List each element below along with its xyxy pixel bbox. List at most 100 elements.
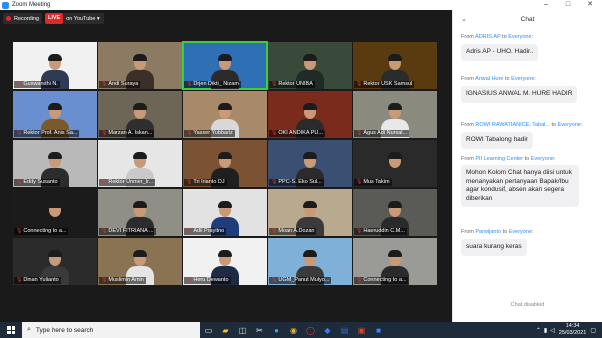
window-title: Zoom Meeting xyxy=(12,2,51,8)
participant-name: 🎙Muslimin Amin xyxy=(99,277,146,284)
file-explorer-icon[interactable]: ▰ xyxy=(217,322,234,338)
participant-name-label: Agus Adi Nursal... xyxy=(363,130,408,136)
participant-tile[interactable]: 🎙Connecting to a... xyxy=(13,189,97,236)
participant-hair xyxy=(388,152,402,159)
live-stream-indicator[interactable]: LIVE on YouTube ▾ xyxy=(45,13,104,24)
muted-mic-icon: 🎙 xyxy=(186,81,193,87)
participant-tile[interactable]: 🎙Adil Prayitno xyxy=(183,189,267,236)
muted-mic-icon: 🎙 xyxy=(271,228,278,234)
participant-tile[interactable]: 🎙Rektor Unmer_Ir... xyxy=(98,140,182,187)
participant-tile[interactable]: 🎙Connecting to a... xyxy=(353,238,437,285)
participant-name: 🎙Tri Irianto DJ xyxy=(184,179,227,186)
participant-tile[interactable]: 🎙PPC-S. Eko Sul... xyxy=(268,140,352,187)
volume-icon[interactable]: ◁ xyxy=(550,327,555,334)
participant-name-label: Rektor Unmer_Ir... xyxy=(108,179,154,185)
chevron-up-icon[interactable]: ⌃ xyxy=(536,327,541,334)
chrome-icon[interactable]: ◉ xyxy=(285,322,302,338)
participant-name-label: Connecting to a... xyxy=(363,277,407,283)
chat-title: Chat xyxy=(520,16,535,23)
video-gallery: Recording LIVE on YouTube ▾ 🎙Guswandhi N… xyxy=(0,10,452,322)
chat-message-text: suara kurang keras xyxy=(461,239,527,256)
participant-tile[interactable]: 🎙Dinan Yulianto xyxy=(13,238,97,285)
participant-tile[interactable]: 🎙Andi Suraya xyxy=(98,42,182,89)
search-placeholder: Type here to search xyxy=(35,326,94,334)
maximize-button[interactable]: □ xyxy=(560,0,576,10)
muted-mic-icon: 🎙 xyxy=(16,81,23,87)
muted-mic-icon: 🎙 xyxy=(271,277,278,283)
participant-hair xyxy=(303,152,317,159)
recording-indicator[interactable]: Recording xyxy=(3,13,43,24)
start-button[interactable] xyxy=(0,322,22,338)
chat-recipient: Everyone xyxy=(508,229,532,235)
network-icon[interactable]: ▮ xyxy=(544,327,547,334)
muted-mic-icon: 🎙 xyxy=(186,277,193,283)
participant-tile[interactable]: 🎙Eddy Susanto xyxy=(13,140,97,187)
close-button[interactable]: ✕ xyxy=(582,0,598,10)
participant-tile[interactable]: 🎙Mus Takim xyxy=(353,140,437,187)
participant-name-label: Rektor Prof. Anis Sa... xyxy=(23,130,78,136)
participant-name-label: Rektor USK Samsul xyxy=(363,81,413,87)
participant-hair xyxy=(133,201,147,208)
chat-sender: ADRIS.AP xyxy=(475,34,501,40)
taskbar-search[interactable]: ⌕ Type here to search xyxy=(22,322,200,338)
participant-name-label: Drjen Dikti_ Nizam xyxy=(193,81,239,87)
minimize-button[interactable]: – xyxy=(538,0,554,10)
store-icon[interactable]: ◫ xyxy=(234,322,251,338)
muted-mic-icon: 🎙 xyxy=(186,179,193,185)
clock-date: 25/03/2021 xyxy=(558,330,587,336)
participant-name: 🎙Heru Dewanto xyxy=(184,277,231,284)
participant-tile[interactable]: 🎙Marzan A. Iskan... xyxy=(98,91,182,138)
muted-mic-icon: 🎙 xyxy=(271,179,278,185)
participant-tile[interactable]: 🎙Tri Irianto DJ xyxy=(183,140,267,187)
muted-mic-icon: 🎙 xyxy=(101,130,108,136)
participant-tile[interactable]: 🎙Moan A.Dozan xyxy=(268,189,352,236)
participant-tile[interactable]: 🎙OKI ANDIKA PU... xyxy=(268,91,352,138)
participant-name: 🎙Eddy Susanto xyxy=(14,179,60,186)
windows-taskbar: ⌕ Type here to search ▭ ▰ ◫ ✂ ● ◉ ◯ ◆ ▤ … xyxy=(0,322,602,338)
chat-message-meta: From PII Learning Center to Everyone: xyxy=(461,156,556,162)
participant-tile[interactable]: 🎙Heru Dewanto xyxy=(183,238,267,285)
participant-tile[interactable]: 🎙Muslimin Amin xyxy=(98,238,182,285)
participant-name-label: Adil Prayitno xyxy=(193,228,225,234)
participant-hair xyxy=(48,103,62,110)
participant-name: 🎙Marzan A. Iskan... xyxy=(99,130,155,137)
participant-hair xyxy=(388,54,402,61)
participant-tile[interactable]: 🎙Rektor USK Samsul xyxy=(353,42,437,89)
powerpoint-icon[interactable]: ▣ xyxy=(353,322,370,338)
word-icon[interactable]: ▤ xyxy=(336,322,353,338)
participant-name-label: PPC-S. Eko Sul... xyxy=(278,179,322,185)
muted-mic-icon: 🎙 xyxy=(271,81,278,87)
muted-mic-icon: 🎙 xyxy=(101,179,108,185)
participant-hair xyxy=(388,250,402,257)
opera-icon[interactable]: ◯ xyxy=(302,322,319,338)
dropbox-icon[interactable]: ◆ xyxy=(319,322,336,338)
notifications-icon[interactable]: ▢ xyxy=(590,327,596,334)
task-view-icon[interactable]: ▭ xyxy=(200,322,217,338)
participant-tile[interactable]: 🎙Agus Adi Nursal... xyxy=(353,91,437,138)
participant-tile[interactable]: 🎙UGM_Panut Mulyo... xyxy=(268,238,352,285)
participant-tile[interactable]: 🎙Drjen Dikti_ Nizam xyxy=(182,41,268,90)
participant-tile[interactable]: 🎙DEVI FITRIANA ... xyxy=(98,189,182,236)
capcut-icon[interactable]: ✂ xyxy=(251,322,268,338)
chat-message: From ROWI RAWATIANICE, Tabal... to Every… xyxy=(461,122,599,149)
participant-name: 🎙Mus Takim xyxy=(354,179,392,186)
edge-icon[interactable]: ● xyxy=(268,322,285,338)
taskbar-clock[interactable]: 14:34 25/03/2021 xyxy=(559,323,587,337)
participant-hair xyxy=(218,201,232,208)
participant-hair xyxy=(218,250,232,257)
participant-name: 🎙Andi Suraya xyxy=(99,81,141,88)
chat-message-meta: From ADRIS.AP to Everyone: xyxy=(461,34,534,40)
participant-hair xyxy=(388,103,402,110)
participant-tile[interactable]: 🎙Rektor Prof. Anis Sa... xyxy=(13,91,97,138)
title-bar: Zoom Meeting – □ ✕ xyxy=(0,0,602,10)
zoom-app-icon[interactable]: ■ xyxy=(370,322,387,338)
participant-tile[interactable]: 🎙Guswandhi N. xyxy=(13,42,97,89)
participant-tile[interactable]: 🎙Yasser Yubbariz xyxy=(183,91,267,138)
participant-name: 🎙PPC-S. Eko Sul... xyxy=(269,179,324,186)
participant-tile[interactable]: 🎙Rektor UNIBA xyxy=(268,42,352,89)
chat-message: From Parwijanto to Everyone: suara kuran… xyxy=(461,229,599,256)
participant-name: 🎙OKI ANDIKA PU... xyxy=(269,130,325,137)
participant-hair xyxy=(303,54,317,61)
participant-name-label: UGM_Panut Mulyo... xyxy=(278,277,330,283)
participant-tile[interactable]: 🎙Haeruddin C.M... xyxy=(353,189,437,236)
